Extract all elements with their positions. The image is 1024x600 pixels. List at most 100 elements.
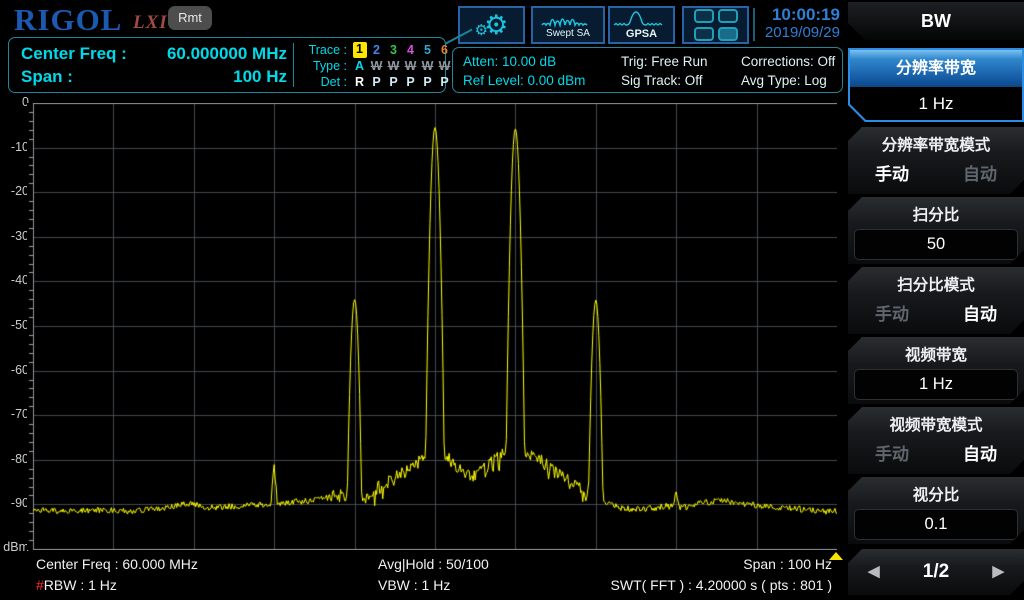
status-swt: SWT( FFT ) : 4.20000 s ( pts : 801 ) [520,577,832,593]
trace-number-3[interactable]: 3 [385,42,402,58]
det-row-label: Det : [301,74,347,90]
y-axis-label: -30 [0,229,29,243]
sweep-ratio-value: 50 [854,229,1018,260]
trace-type-1[interactable]: A [351,58,368,74]
y-axis-label: -10 [0,140,29,154]
spectrum-plot[interactable] [27,103,837,550]
rbw-mode-auto[interactable]: 自动 [936,159,1024,190]
trace-type-5[interactable]: W [419,58,436,74]
swept-sa-label: Swept SA [546,28,590,39]
vbw-mode-manual[interactable]: 手动 [848,439,936,470]
y-axis-unit: dBm [0,540,29,554]
rbw-mode-label: 分辨率带宽模式 [848,127,1024,157]
sweep-ratio-mode-label: 扫分比模式 [848,267,1024,297]
trace-type-3[interactable]: W [385,58,402,74]
sig-track-readout: Sig Track: Off [621,71,708,90]
swept-sa-button[interactable]: Swept SA [531,6,605,44]
spectrum-analyzer-screen: RIGOL LXI Rmt ⚙ ⚙ Swept SA GPSA 10:00:19… [0,0,1024,600]
span-label: Span : [21,67,73,87]
center-freq-label: Center Freq : [21,44,127,64]
sidebar-item-rbw[interactable]: 分辨率带宽 1 Hz [848,48,1024,122]
vbw-ratio-label: 视分比 [848,477,1024,507]
trace-number-4[interactable]: 4 [402,42,419,58]
sweep-ratio-mode-manual[interactable]: 手动 [848,299,936,330]
avg-type-readout: Avg Type: Log [741,71,835,90]
sidebar-item-rbw-mode[interactable]: 分辨率带宽模式 手动 自动 [848,127,1024,194]
sidebar-item-vbw-ratio[interactable]: 视分比 0.1 [848,477,1024,544]
panel-divider [293,43,294,87]
trace-number-5[interactable]: 5 [419,42,436,58]
sidebar-item-sweep-ratio-mode[interactable]: 扫分比模式 手动 自动 [848,267,1024,334]
trace-columns-type: AWWWWW [351,58,453,74]
menu-title-bw: BW [848,2,1024,40]
trig-readout: Trig: Free Run [621,52,708,71]
vbw-mode-auto[interactable]: 自动 [936,439,1024,470]
menu-pager: ◀ 1/2 ▶ [848,549,1024,595]
trace-type-6[interactable]: W [436,58,453,74]
frequency-panel: Center Freq : 60.000000 MHz Span : 100 H… [8,37,446,93]
type-row-label: Type : [301,58,347,74]
status-right: Span : 100 Hz SWT( FFT ) : 4.20000 s ( p… [520,556,832,598]
settings-button[interactable]: ⚙ ⚙ [458,6,525,44]
rbw-value: 1 Hz [850,87,1022,120]
trace-number-2[interactable]: 2 [368,42,385,58]
trace-type-4[interactable]: W [402,58,419,74]
sidebar-item-vbw[interactable]: 视频带宽 1 Hz [848,337,1024,404]
remote-badge: Rmt [168,6,212,30]
status-left: Center Freq : 60.000 MHz #RBW : 1 Hz [36,556,198,598]
status-mid: Avg|Hold : 50/100 VBW : 1 Hz [378,556,489,598]
ref-level-readout: Ref Level: 0.00 dBm [463,71,585,90]
trace-det-4[interactable]: P [402,74,419,90]
trace-columns-det: RPPPPP [351,74,453,90]
trace-row-label: Trace : [301,42,347,58]
vbw-value: 1 Hz [854,369,1018,400]
status-center-freq: Center Freq : 60.000 MHz [36,556,198,572]
status-span: Span : 100 Hz [520,556,832,572]
status-vbw: VBW : 1 Hz [378,577,489,593]
gear-icon: ⚙ [484,12,508,39]
trace-number-6[interactable]: 6 [436,42,453,58]
rbw-coupled-indicator: # [36,577,44,593]
trace-det-3[interactable]: P [385,74,402,90]
trace-type-2[interactable]: W [368,58,385,74]
rigol-logo: RIGOL [14,2,122,38]
pager-page-indicator: 1/2 [923,561,949,582]
lxi-logo: LXI [133,12,168,34]
pager-prev-icon[interactable]: ◀ [868,549,880,595]
trace-det-5[interactable]: P [419,74,436,90]
trace-det-1[interactable]: R [351,74,368,90]
span-value[interactable]: 100 Hz [233,67,287,87]
sweep-ratio-mode-auto[interactable]: 自动 [936,299,1024,330]
sidebar-item-sweep-ratio[interactable]: 扫分比 50 [848,197,1024,264]
y-axis-label: -60 [0,363,29,377]
rbw-label: 分辨率带宽 [850,50,1022,87]
time-display: 10:00:19 [724,6,840,24]
y-axis-label: -40 [0,273,29,287]
y-axis-label: -20 [0,184,29,198]
gpsa-icon [613,11,671,29]
rbw-mode-manual[interactable]: 手动 [848,159,936,190]
trace-det-2[interactable]: P [368,74,385,90]
sweep-ratio-label: 扫分比 [848,197,1024,227]
status-rbw: #RBW : 1 Hz [36,577,198,593]
settings-panel: Atten: 10.00 dB Ref Level: 0.00 dBm Trig… [452,47,843,93]
corrections-readout: Corrections: Off [741,52,835,71]
center-freq-value[interactable]: 60.000000 MHz [167,44,287,64]
sidebar-item-vbw-mode[interactable]: 视频带宽模式 手动 自动 [848,407,1024,474]
y-axis-label: -80 [0,452,29,466]
vbw-mode-label: 视频带宽模式 [848,407,1024,437]
trace-table: Trace : 123456 Type : AWWWWW Det : RPPPP… [301,42,453,90]
clock: 10:00:19 2019/09/29 [724,6,840,41]
pager-next-icon[interactable]: ▶ [992,549,1004,595]
atten-readout: Atten: 10.00 dB [463,52,585,71]
trace-columns-num: 123456 [351,42,453,58]
gpsa-label: GPSA [626,29,657,40]
y-axis-label: 0 [0,95,29,109]
status-avg-hold: Avg|Hold : 50/100 [378,556,489,572]
trace-number-1[interactable]: 1 [353,42,367,58]
y-axis-label: -70 [0,407,29,421]
gpsa-button[interactable]: GPSA [608,6,675,44]
swept-sa-icon [540,11,596,28]
trace-det-6[interactable]: P [436,74,453,90]
y-axis-label: -50 [0,318,29,332]
